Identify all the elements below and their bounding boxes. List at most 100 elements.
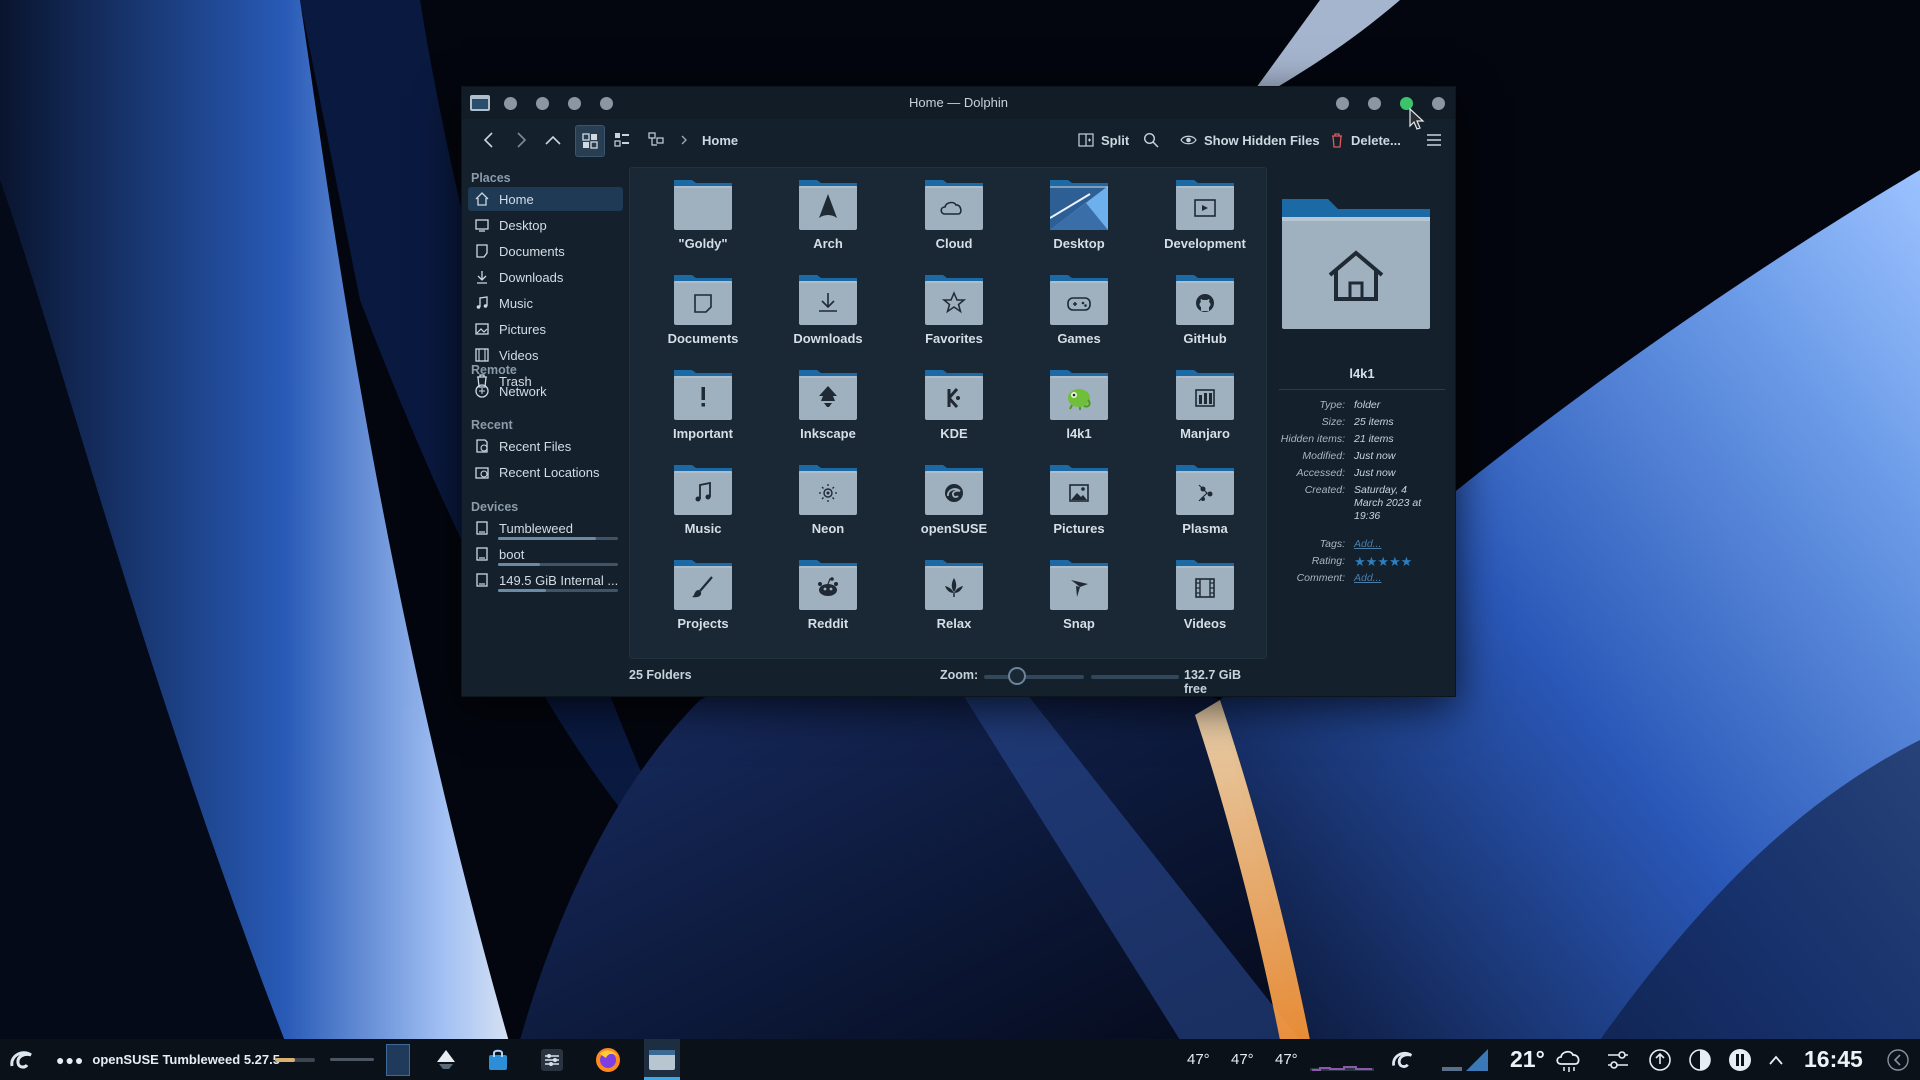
search-button[interactable]: [1138, 125, 1164, 155]
folder-item[interactable]: openSUSE: [889, 455, 1009, 547]
application-launcher[interactable]: [8, 1039, 38, 1080]
sidebar-item-desktop[interactable]: Desktop: [468, 213, 623, 237]
delete-button[interactable]: Delete...: [1324, 125, 1407, 155]
pager-widget[interactable]: [330, 1039, 374, 1080]
folder-label: Development: [1164, 236, 1246, 251]
firefox-taskbar-button[interactable]: [594, 1039, 624, 1080]
folder-item[interactable]: Manjaro: [1140, 360, 1260, 452]
folder-label: Favorites: [925, 331, 983, 346]
folder-item[interactable]: Neon: [763, 455, 883, 547]
cpu-temp-1[interactable]: 47°: [1187, 1039, 1210, 1080]
folder-item[interactable]: Downloads: [763, 265, 883, 357]
minimize-button[interactable]: [1368, 97, 1381, 110]
digital-clock[interactable]: 16:45: [1804, 1039, 1863, 1080]
media-player-tray[interactable]: [1728, 1039, 1754, 1080]
sidebar-item-pictures[interactable]: Pictures: [468, 317, 623, 341]
folder-item[interactable]: Cloud: [889, 170, 1009, 262]
folder-item[interactable]: Projects: [638, 550, 758, 642]
folder-item[interactable]: Snap: [1014, 550, 1134, 642]
folder-item[interactable]: Arch: [763, 170, 883, 262]
folder-item[interactable]: Plasma: [1140, 455, 1260, 547]
folder-item[interactable]: Music: [638, 455, 758, 547]
os-info-widget[interactable]: ●●● openSUSE Tumbleweed 5.27.5: [56, 1039, 280, 1080]
folder-item[interactable]: Desktop: [1014, 170, 1134, 262]
discover-taskbar-button[interactable]: [486, 1039, 514, 1080]
network-signal[interactable]: [1440, 1039, 1490, 1080]
folder-item[interactable]: l4k1: [1014, 360, 1134, 452]
split-button[interactable]: Split: [1072, 125, 1135, 155]
folder-item[interactable]: KDE: [889, 360, 1009, 452]
folder-item[interactable]: Videos: [1140, 550, 1260, 642]
sidebar-item-home[interactable]: Home: [468, 187, 623, 211]
sidebar-section-remote: Remote: [471, 363, 517, 377]
hamburger-menu-button[interactable]: [1422, 125, 1446, 155]
folder-item[interactable]: GitHub: [1140, 265, 1260, 357]
title-bar[interactable]: Home — Dolphin: [462, 87, 1455, 119]
folder-item[interactable]: Inkscape: [763, 360, 883, 452]
folder-label: Games: [1057, 331, 1101, 346]
cpu-temp-2[interactable]: 47°: [1231, 1039, 1254, 1080]
snap-icon: [1050, 558, 1108, 610]
night-color-tray[interactable]: [1688, 1039, 1714, 1080]
sidebar-section-places: Places: [471, 171, 511, 185]
cpu-temp-3[interactable]: 47°: [1275, 1039, 1298, 1080]
weather-temperature[interactable]: 21°: [1510, 1039, 1545, 1080]
folder-item[interactable]: Documents: [638, 265, 758, 357]
system-load-graph[interactable]: [1310, 1039, 1374, 1080]
up-button[interactable]: [540, 125, 566, 155]
toolbar: Home Split Show Hidden Files Delete...: [462, 119, 1455, 161]
system-settings-tray[interactable]: [1606, 1039, 1632, 1080]
folder-item[interactable]: Relax: [889, 550, 1009, 642]
info-value[interactable]: Add...: [1354, 538, 1434, 551]
music-icon: [474, 295, 490, 311]
folder-item[interactable]: Pictures: [1014, 455, 1134, 547]
sidebar-item-recent-files[interactable]: Recent Files: [468, 434, 623, 458]
folder-item[interactable]: Development: [1140, 170, 1260, 262]
details-view-button[interactable]: [642, 125, 670, 155]
folder-item[interactable]: Favorites: [889, 265, 1009, 357]
zoom-slider-handle[interactable]: [1008, 667, 1026, 685]
sidebar-item-downloads[interactable]: Downloads: [468, 265, 623, 289]
folder-label: Snap: [1063, 616, 1095, 631]
cloud-rain-icon: [1556, 1050, 1580, 1072]
sidebar-item-network[interactable]: Network: [468, 379, 623, 403]
forward-button[interactable]: [508, 125, 534, 155]
breadcrumb-home[interactable]: Home: [696, 125, 744, 155]
dolphin-taskbar-button[interactable]: [644, 1039, 680, 1080]
shopping-bag-icon: [489, 1049, 507, 1070]
info-value[interactable]: Add...: [1354, 572, 1434, 585]
sidebar-item-documents[interactable]: Documents: [468, 239, 623, 263]
folder-item[interactable]: Reddit: [763, 550, 883, 642]
updates-tray[interactable]: [1648, 1039, 1674, 1080]
inkscape-taskbar-button[interactable]: [434, 1039, 462, 1080]
opensuse-tray-button[interactable]: [1390, 1039, 1418, 1080]
window-title: Home — Dolphin: [909, 95, 1008, 110]
folder-item[interactable]: Important: [638, 360, 758, 452]
settings-sliders-icon: [541, 1048, 563, 1071]
back-button[interactable]: [476, 125, 502, 155]
virtual-desktop-thumb[interactable]: [386, 1039, 412, 1080]
dots-icon: ●●●: [56, 1051, 85, 1068]
folder-view[interactable]: "Goldy" Arch Cloud Desktop Development Docume…: [629, 167, 1267, 659]
weather-widget[interactable]: [1554, 1039, 1584, 1080]
sidebar-item-music[interactable]: Music: [468, 291, 623, 315]
folder-item[interactable]: Games: [1014, 265, 1134, 357]
zoom-slider-track[interactable]: [984, 675, 1084, 679]
film-icon: [1176, 558, 1234, 610]
forward-arrow-icon: [517, 132, 527, 148]
settings-taskbar-button[interactable]: [540, 1039, 568, 1080]
drive-icon: [474, 572, 490, 588]
folder-item[interactable]: "Goldy": [638, 170, 758, 262]
icons-view-button[interactable]: [575, 125, 605, 157]
manjaro-icon: [1176, 368, 1234, 420]
tray-expand-button[interactable]: [1768, 1039, 1788, 1080]
help-button[interactable]: [1336, 97, 1349, 110]
compact-view-button[interactable]: [608, 125, 636, 155]
sidebar-item-recent-locations[interactable]: Recent Locations: [468, 460, 623, 484]
show-hidden-files-button[interactable]: Show Hidden Files: [1174, 125, 1326, 155]
rating-stars[interactable]: ★★★★★: [1354, 555, 1434, 570]
sidebar-section-devices: Devices: [471, 500, 519, 514]
close-button[interactable]: [1432, 97, 1445, 110]
recent-files-icon: [474, 438, 490, 454]
peek-desktop-button[interactable]: [1886, 1039, 1912, 1080]
